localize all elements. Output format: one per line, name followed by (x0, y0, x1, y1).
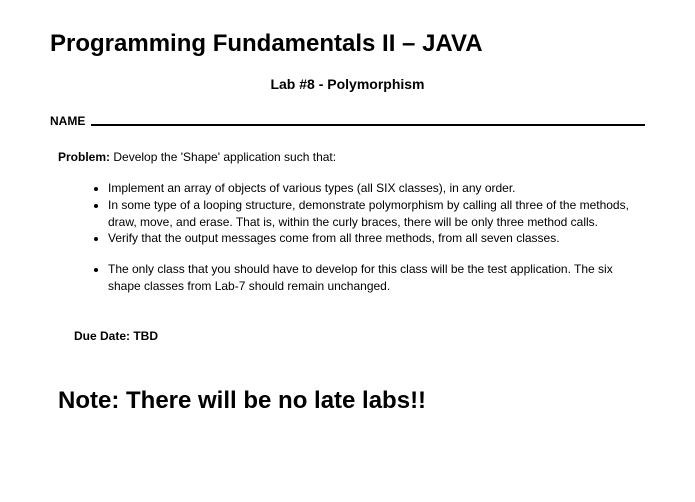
list-item: In some type of a looping structure, dem… (108, 197, 645, 231)
problem-statement: Problem: Develop the 'Shape' application… (50, 150, 645, 164)
name-underline (91, 124, 645, 126)
due-date: Due Date: TBD (50, 329, 645, 343)
page-title: Programming Fundamentals II – JAVA (50, 30, 645, 58)
list-item: Verify that the output messages come fro… (108, 230, 645, 247)
requirements-list-a: Implement an array of objects of various… (50, 180, 645, 247)
late-labs-note: Note: There will be no late labs!! (50, 387, 645, 415)
problem-text: Develop the 'Shape' application such tha… (110, 150, 336, 164)
name-label: NAME (50, 114, 85, 128)
problem-label: Problem: (58, 150, 110, 164)
list-item: Implement an array of objects of various… (108, 180, 645, 197)
lab-subtitle: Lab #8 - Polymorphism (50, 76, 645, 92)
list-item: The only class that you should have to d… (108, 261, 645, 295)
requirements-list-b: The only class that you should have to d… (50, 261, 645, 295)
name-field-row: NAME (50, 114, 645, 128)
